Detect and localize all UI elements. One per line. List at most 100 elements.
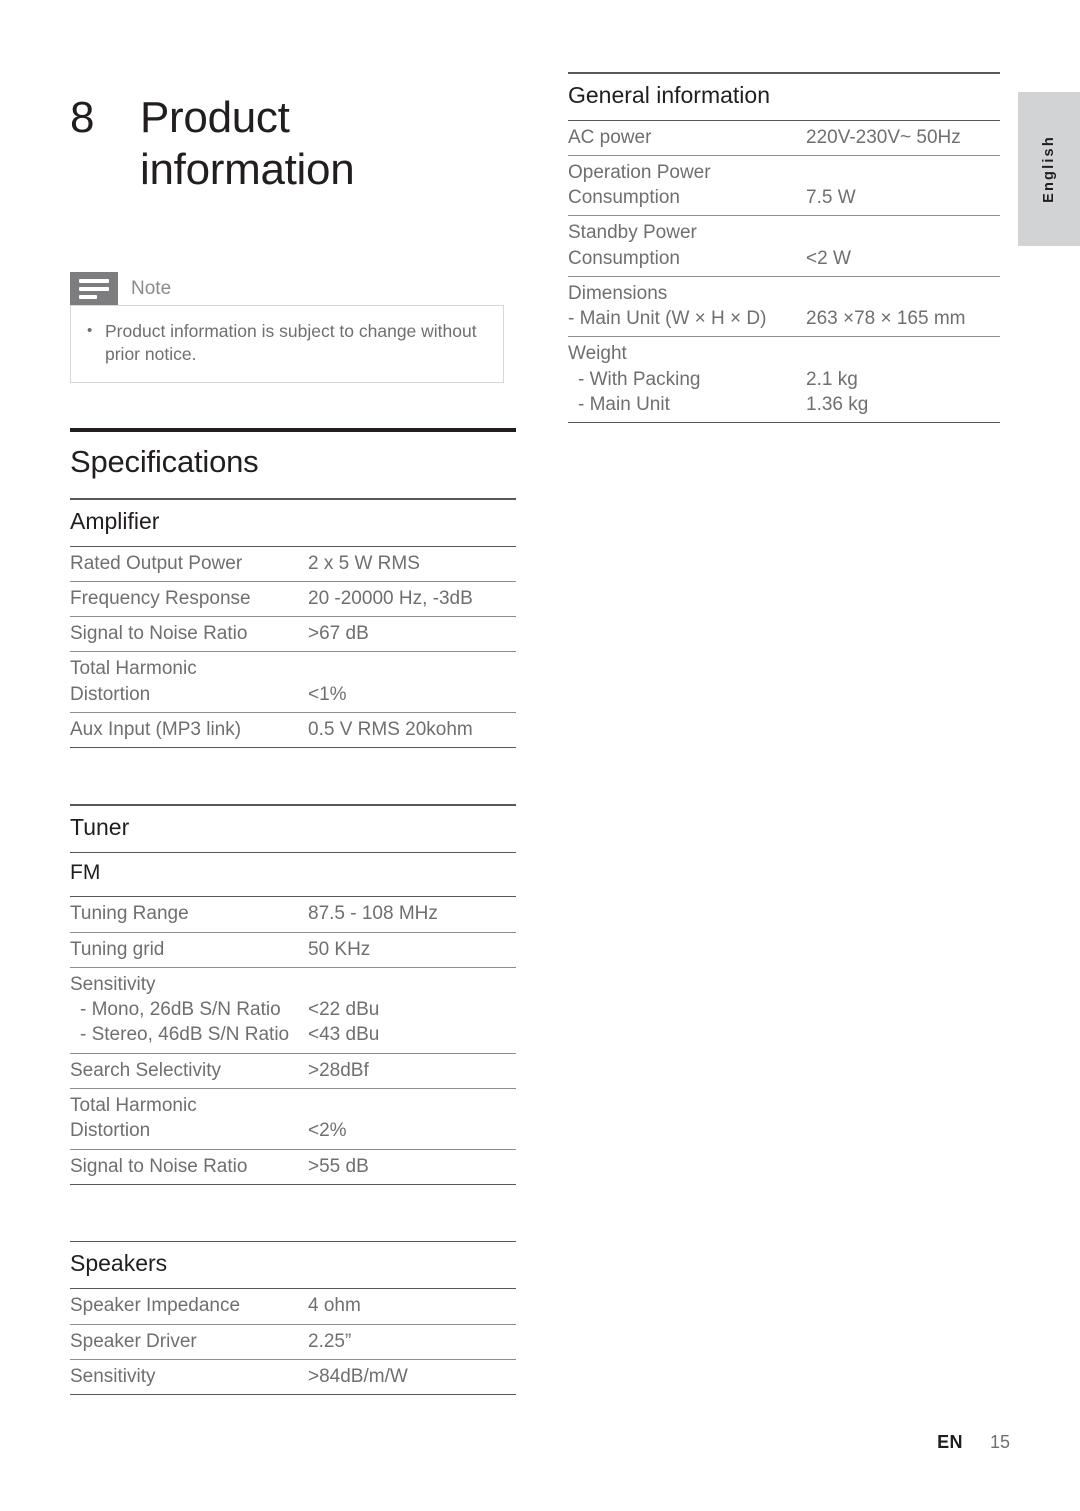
- table-row: AC power 220V-230V~ 50Hz: [568, 119, 1000, 156]
- row-key: Tuning Range: [70, 896, 308, 933]
- speakers-heading: Speakers: [70, 1250, 168, 1277]
- fm-table: Tuning Range 87.5 - 108 MHz Tuning grid …: [70, 896, 516, 1185]
- row-key: Frequency Response: [70, 580, 308, 617]
- amplifier-table: Rated Output Power 2 x 5 W RMS Frequency…: [70, 545, 516, 749]
- row-key-line-1: Operation Power: [568, 161, 711, 183]
- row-value-line-2: <1%: [308, 683, 347, 705]
- row-key: AC power: [568, 119, 806, 156]
- fm-heading: FM: [70, 861, 101, 885]
- table-row: Frequency Response 20 -20000 Hz, -3dB: [70, 580, 516, 617]
- general-information-table: AC power 220V-230V~ 50Hz Operation Power…: [568, 119, 1000, 424]
- language-label: English: [1041, 135, 1057, 203]
- row-value: >55 dB: [308, 1148, 516, 1185]
- table-row: Aux Input (MP3 link) 0.5 V RMS 20kohm: [70, 711, 516, 749]
- table-row: Dimensions - Main Unit (W × H × D) 263 ×…: [568, 275, 1000, 337]
- row-subkey-1: - Main Unit (W × H × D): [568, 308, 767, 330]
- row-key-line-1: Dimensions: [568, 282, 668, 304]
- row-key-line-2: Distortion: [70, 1120, 151, 1142]
- note-header: Note: [70, 272, 504, 305]
- table-row: Weight - With Packing - Main Unit 2.1 kg…: [568, 336, 1000, 424]
- note-label: Note: [131, 277, 172, 299]
- row-subvalue-2: <43 dBu: [308, 1024, 380, 1046]
- chapter-title-line-1: Product: [140, 93, 290, 142]
- row-key: Operation Power Consumption: [568, 154, 806, 216]
- table-row: Sensitivity - Mono, 26dB S/N Ratio - Ste…: [70, 966, 516, 1054]
- row-subvalue-1: <22 dBu: [308, 999, 380, 1021]
- row-value: <22 dBu <43 dBu: [308, 966, 516, 1054]
- note-list-item: • Product information is subject to chan…: [87, 320, 487, 366]
- table-row: Total Harmonic Distortion <2%: [70, 1087, 516, 1149]
- row-value-line-2: <2%: [308, 1120, 347, 1142]
- row-value-line-1: [806, 160, 1000, 185]
- row-value: <1%: [308, 651, 516, 713]
- row-value-line-1: [308, 656, 516, 681]
- row-key: Speaker Impedance: [70, 1288, 308, 1325]
- table-row: Search Selectivity >28dBf: [70, 1052, 516, 1089]
- row-value: <2%: [308, 1087, 516, 1149]
- row-key-line-2: Consumption: [568, 187, 680, 209]
- row-key: Total Harmonic Distortion: [70, 651, 308, 713]
- row-key-line-2: Distortion: [70, 683, 151, 705]
- chapter-title-line-2: information: [140, 144, 355, 194]
- note-lines-icon: [70, 272, 118, 305]
- row-value: 20 -20000 Hz, -3dB: [308, 580, 516, 617]
- row-value-line-1: [806, 220, 1000, 245]
- row-value-line-1: [806, 281, 1000, 306]
- chapter-number: 8: [70, 93, 95, 142]
- row-subkey-2: - Main Unit: [578, 393, 670, 415]
- row-key: Dimensions - Main Unit (W × H × D): [568, 275, 806, 337]
- note-body: • Product information is subject to chan…: [70, 305, 504, 384]
- row-value-line-1: [806, 341, 1000, 366]
- row-value: <2 W: [806, 215, 1000, 277]
- row-value: >67 dB: [308, 616, 516, 652]
- row-value: 50 KHz: [308, 931, 516, 968]
- specifications-heading: Specifications: [70, 444, 259, 479]
- row-subkey-1: - With Packing: [578, 368, 701, 390]
- row-key: Total Harmonic Distortion: [70, 1087, 308, 1149]
- speakers-table: Speaker Impedance 4 ohm Speaker Driver 2…: [70, 1288, 516, 1396]
- note-text: Product information is subject to change…: [105, 321, 477, 365]
- row-subvalue-2: 1.36 kg: [806, 393, 869, 415]
- table-row: Signal to Noise Ratio >55 dB: [70, 1148, 516, 1185]
- row-key: Sensitivity - Mono, 26dB S/N Ratio - Ste…: [70, 966, 308, 1054]
- left-column: Specifications Amplifier Rated Output Po…: [70, 428, 516, 1396]
- table-row: Sensitivity >84dB/m/W: [70, 1358, 516, 1396]
- table-row: Speaker Impedance 4 ohm: [70, 1288, 516, 1325]
- row-key-line-1: Total Harmonic: [70, 658, 197, 680]
- note-box: Note • Product information is subject to…: [70, 272, 504, 384]
- table-row: Rated Output Power 2 x 5 W RMS: [70, 545, 516, 582]
- row-value-line-2: 7.5 W: [806, 187, 856, 209]
- row-key-line-1: Standby Power: [568, 222, 697, 244]
- page-footer: EN 15: [0, 1432, 1010, 1453]
- row-subvalue-1: 2.1 kg: [806, 368, 858, 390]
- row-value-line-2: <2 W: [806, 247, 851, 269]
- row-value: 4 ohm: [308, 1288, 516, 1325]
- row-value: >28dBf: [308, 1052, 516, 1089]
- table-row: Tuning grid 50 KHz: [70, 931, 516, 968]
- row-key: Search Selectivity: [70, 1052, 308, 1089]
- row-key: Sensitivity: [70, 1358, 308, 1396]
- row-value: 2.25”: [308, 1323, 516, 1360]
- row-key: Signal to Noise Ratio: [70, 616, 308, 652]
- row-value: 220V-230V~ 50Hz: [806, 119, 1000, 156]
- row-value: >84dB/m/W: [308, 1358, 516, 1396]
- table-row: Tuning Range 87.5 - 108 MHz: [70, 896, 516, 933]
- row-value: 263 ×78 × 165 mm: [806, 275, 1000, 337]
- row-key: Standby Power Consumption: [568, 215, 806, 277]
- row-value: 0.5 V RMS 20kohm: [308, 711, 516, 749]
- right-column: General information AC power 220V-230V~ …: [568, 72, 1000, 424]
- row-key-line-1: Weight: [568, 343, 627, 365]
- row-key: Speaker Driver: [70, 1323, 308, 1360]
- row-key: Aux Input (MP3 link): [70, 711, 308, 749]
- row-key: Tuning grid: [70, 931, 308, 968]
- chapter-title: Product information: [140, 92, 355, 196]
- table-row: Speaker Driver 2.25”: [70, 1323, 516, 1360]
- chapter-heading: 8 Product information: [70, 92, 516, 196]
- row-key-line-1: Sensitivity: [70, 973, 156, 995]
- row-subkey-1: - Mono, 26dB S/N Ratio: [80, 999, 281, 1021]
- row-value: 2.1 kg 1.36 kg: [806, 336, 1000, 424]
- document-page: English 8 Product information Note • Pro…: [0, 0, 1080, 1511]
- row-key: Weight - With Packing - Main Unit: [568, 336, 806, 424]
- row-value-line-1: [308, 972, 516, 997]
- row-key-line-2: Consumption: [568, 247, 680, 269]
